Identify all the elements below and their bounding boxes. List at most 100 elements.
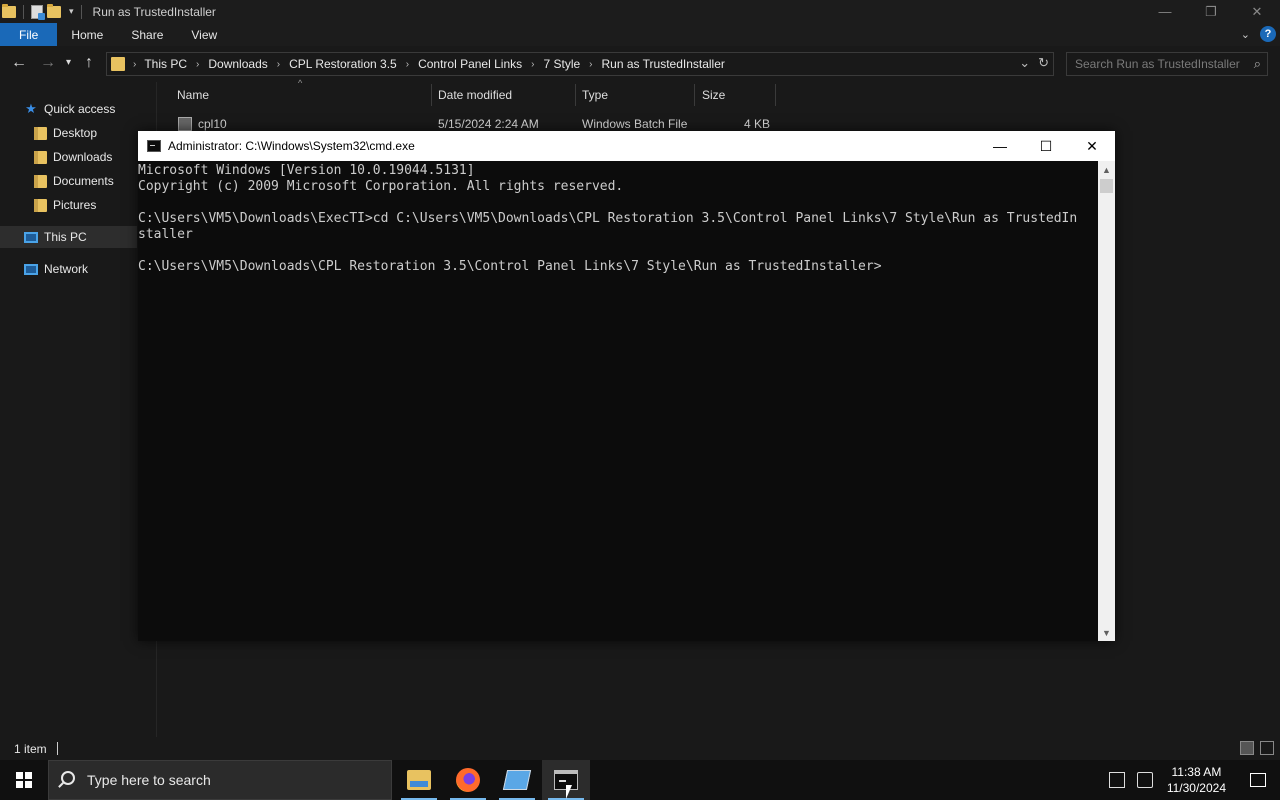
address-bar[interactable]: › This PC › Downloads › CPL Restoration … — [106, 52, 1054, 76]
new-folder-icon[interactable] — [47, 3, 61, 18]
ribbon-tabs: File Home Share View ⌄ ? — [0, 23, 1280, 46]
action-center-button[interactable] — [1236, 760, 1280, 800]
cmd-title-bar[interactable]: Administrator: C:\Windows\System32\cmd.e… — [138, 131, 1115, 161]
breadcrumb-separator-icon[interactable]: › — [531, 59, 534, 70]
minimize-button[interactable]: — — [1142, 0, 1188, 23]
file-name: cpl10 — [198, 117, 227, 131]
console-line: staller — [138, 227, 193, 242]
explorer-title-bar: ▾ Run as TrustedInstaller — ❐ ✕ — [0, 0, 1280, 23]
maximize-button[interactable]: ☐ — [1023, 131, 1069, 161]
toolbar-divider — [23, 4, 24, 19]
breadcrumb-downloads[interactable]: Downloads — [208, 57, 267, 71]
explorer-window-controls: — ❐ ✕ — [1142, 0, 1280, 23]
column-header-name[interactable]: Name — [177, 82, 209, 108]
minimize-button[interactable]: — — [977, 131, 1023, 161]
up-arrow-icon[interactable]: ↑ — [85, 54, 93, 72]
sidebar-item-label: Network — [44, 262, 89, 276]
address-history-chevron-icon[interactable]: ⌄ — [1019, 55, 1030, 71]
column-header-date-modified[interactable]: Date modified — [438, 82, 512, 108]
desktop-screen: ▾ Run as TrustedInstaller — ❐ ✕ File Hom… — [0, 0, 1280, 800]
breadcrumb-run-as-trustedinstaller[interactable]: Run as TrustedInstaller — [602, 57, 725, 71]
status-divider — [56, 742, 58, 755]
back-arrow-icon[interactable]: ← — [11, 54, 27, 72]
sidebar-item-desktop[interactable]: Desktop — [33, 122, 97, 144]
start-button[interactable] — [0, 760, 48, 800]
properties-icon[interactable] — [31, 4, 45, 20]
scrollbar-thumb[interactable] — [1100, 179, 1113, 193]
search-placeholder: Search Run as TrustedInstaller — [1075, 57, 1240, 71]
search-input[interactable]: Search Run as TrustedInstaller ⌕ — [1066, 52, 1268, 76]
view-toggle — [1240, 741, 1274, 755]
column-divider[interactable] — [775, 84, 776, 106]
column-header-type[interactable]: Type — [582, 82, 608, 108]
tab-home[interactable]: Home — [57, 23, 117, 46]
close-button[interactable]: ✕ — [1234, 0, 1280, 23]
taskbar-search-input[interactable]: Type here to search — [48, 760, 392, 800]
customize-toolbar-chevron-icon[interactable]: ▾ — [69, 6, 74, 17]
folder-icon — [111, 57, 125, 71]
file-explorer-icon — [407, 770, 431, 790]
refresh-icon[interactable]: ↻ — [1038, 55, 1049, 71]
clock-date: 11/30/2024 — [1166, 781, 1226, 795]
forward-arrow-icon[interactable]: → — [40, 54, 56, 72]
explorer-window-title: Run as TrustedInstaller — [92, 4, 216, 19]
status-bar: 1 item — [0, 737, 1280, 760]
network-status-icon[interactable] — [1108, 772, 1125, 788]
sidebar-item-this-pc[interactable]: This PC — [0, 226, 137, 248]
sidebar-item-quick-access[interactable]: ★ Quick access — [24, 98, 115, 120]
breadcrumb-7-style[interactable]: 7 Style — [543, 57, 580, 71]
taskbar-app-firefox[interactable] — [444, 760, 492, 800]
help-icon[interactable]: ? — [1260, 26, 1276, 42]
cmd-window-title: Administrator: C:\Windows\System32\cmd.e… — [168, 139, 415, 153]
details-view-icon[interactable] — [1240, 741, 1254, 755]
search-icon: ⌕ — [1253, 56, 1261, 71]
tab-file[interactable]: File — [0, 23, 58, 46]
scroll-down-icon[interactable]: ▼ — [1098, 624, 1115, 641]
taskbar-app-control-panel[interactable] — [493, 760, 541, 800]
expand-ribbon-chevron-icon[interactable]: ⌄ — [1241, 28, 1250, 41]
breadcrumb-separator-icon[interactable]: › — [589, 59, 592, 70]
sidebar-item-network[interactable]: Network — [24, 258, 88, 280]
close-button[interactable]: ✕ — [1069, 131, 1115, 161]
recent-locations-chevron-icon[interactable]: ▾ — [66, 54, 71, 72]
taskbar-search-placeholder: Type here to search — [87, 772, 211, 788]
clock[interactable]: 11:38 AM 11/30/2024 — [1167, 764, 1226, 796]
column-header-size[interactable]: Size — [702, 82, 725, 108]
breadcrumb-separator-icon[interactable]: › — [133, 59, 136, 70]
console-output[interactable]: Microsoft Windows [Version 10.0.19044.51… — [138, 161, 1098, 641]
breadcrumb-separator-icon[interactable]: › — [406, 59, 409, 70]
sidebar-item-label: Pictures — [53, 198, 97, 212]
clock-time: 11:38 AM — [1171, 765, 1222, 779]
folder-icon — [33, 150, 47, 164]
sidebar-item-label: Desktop — [53, 126, 98, 140]
taskbar: Type here to search 11:38 AM 11/30/2024 — [0, 760, 1280, 800]
column-divider[interactable] — [431, 84, 432, 106]
sort-ascending-icon: ^ — [298, 78, 303, 88]
taskbar-app-file-explorer[interactable] — [395, 760, 443, 800]
breadcrumb-control-panel-links[interactable]: Control Panel Links — [418, 57, 522, 71]
sidebar-item-label: Downloads — [53, 150, 113, 164]
tab-view[interactable]: View — [177, 23, 231, 46]
breadcrumb-this-pc[interactable]: This PC — [144, 57, 187, 71]
volume-muted-icon[interactable] — [1136, 772, 1153, 788]
breadcrumb-separator-icon[interactable]: › — [277, 59, 280, 70]
sidebar-item-documents[interactable]: Documents — [33, 170, 114, 192]
sidebar-item-pictures[interactable]: Pictures — [33, 194, 96, 216]
breadcrumb-separator-icon[interactable]: › — [196, 59, 199, 70]
folder-icon — [2, 3, 16, 18]
large-icons-view-icon[interactable] — [1260, 741, 1274, 755]
quick-access-toolbar: ▾ — [0, 0, 85, 23]
breadcrumb-cpl-restoration[interactable]: CPL Restoration 3.5 — [289, 57, 397, 71]
console-line: Microsoft Windows [Version 10.0.19044.51… — [138, 163, 475, 178]
restore-button[interactable]: ❐ — [1188, 0, 1234, 23]
column-divider[interactable] — [575, 84, 576, 106]
column-divider[interactable] — [694, 84, 695, 106]
system-tray: 11:38 AM 11/30/2024 — [1103, 760, 1280, 800]
cmd-scrollbar[interactable]: ▲ ▼ — [1098, 161, 1115, 641]
toolbar-divider — [80, 4, 82, 19]
tab-share[interactable]: Share — [117, 23, 177, 46]
sidebar-item-downloads[interactable]: Downloads — [33, 146, 112, 168]
sidebar-item-label: Quick access — [44, 102, 116, 116]
scroll-up-icon[interactable]: ▲ — [1098, 161, 1115, 178]
